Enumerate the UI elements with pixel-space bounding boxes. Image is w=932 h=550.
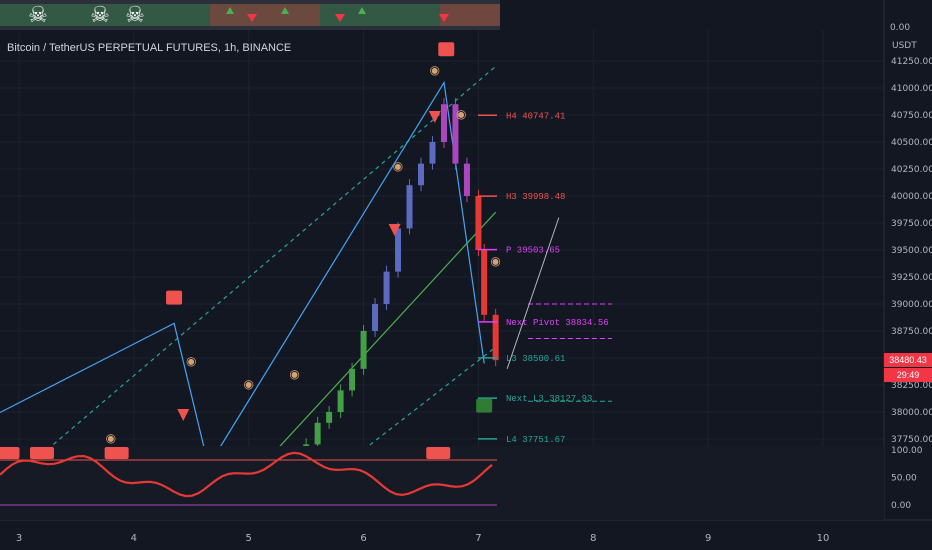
price-axis-tick-label: 39000.00 [891,300,932,310]
swing-marker-badge [476,398,493,413]
current-price-tag: 38480.43 [884,353,932,367]
price-axis-tick-label: 37750.00 [891,435,932,445]
oscillator-tick-label: 0.00 [891,501,911,511]
oscillator-tick-label: 50.00 [891,474,917,484]
pivot-level-label: Next L3 38127.93 [506,394,592,404]
time-axis-tick-label: 9 [705,533,711,544]
bear-label-badge [426,447,451,459]
candle-body [326,412,333,423]
bear-icon: ◉ [490,254,500,268]
candle-body [440,104,447,142]
price-axis-tick-label: 40500.00 [891,138,932,148]
pivot-level-label: L4 37751.67 [506,435,565,445]
pivot-level-label: P 39503.65 [506,246,560,256]
swing-marker-badge [166,290,183,305]
chart-title: Bitcoin / TetherUS PERPETUAL FUTURES, 1h… [7,42,292,54]
pivot-level-label: H3 39998.48 [506,192,565,202]
chart-canvas[interactable]: ☠ ☠ ☠ 0.00 USDT 41250.00 41000.00 40750.00 40500… [0,0,932,550]
candle-body [463,163,470,196]
price-axis-tick-label: 39500.00 [891,246,932,256]
top-strip-red-zone [210,4,320,26]
pivot-level-label: H4 40747.41 [506,111,565,121]
chart-stage: ☠ ☠ ☠ 0.00 USDT 41250.00 41000.00 40750.00 40500… [0,0,932,550]
price-axis-tick-label: 39750.00 [891,219,932,229]
candle-body [406,185,413,229]
candle-body [360,331,367,369]
price-axis-tick-label: 40750.00 [891,111,932,121]
time-axis-tick-label: 8 [590,533,596,544]
candle-body [395,228,402,272]
skull-icon: ☠ [28,3,48,28]
time-axis-tick-label: 3 [16,533,22,544]
time-axis-tick-label: 5 [246,533,252,544]
bear-icon: ◉ [430,63,440,77]
price-axis-tick-label: 38000.00 [891,408,932,418]
skull-icon: ☠ [90,3,110,28]
price-axis-tick-label: 40000.00 [891,192,932,202]
candle-body [481,250,488,315]
time-axis-tick-label: 10 [817,533,830,544]
bear-icon: ◉ [243,377,253,391]
bear-label-badge [104,447,129,459]
candle-body [383,271,390,304]
time-axis-tick-label: 4 [131,533,137,544]
countdown-tag: 29:49 [884,368,932,382]
skull-icon: ☠ [125,3,145,28]
candle-body [429,142,436,164]
time-axis-tick-label: 7 [475,533,481,544]
candle-body [314,422,321,445]
top-strip-red-zone [440,4,500,26]
candle-body [349,368,356,391]
candle-body [337,390,344,412]
bear-icon: ◉ [106,431,116,445]
bear-icon: ◉ [393,159,403,173]
price-axis-tick-label: 40250.00 [891,165,932,175]
price-axis-tick-label: 41000.00 [891,84,932,94]
candle-body [418,163,424,186]
candle-body [372,304,379,331]
price-axis-currency: USDT [892,41,917,51]
candle-body [475,196,482,250]
bear-icon: ◉ [456,107,466,121]
price-axis-tick-label: 38750.00 [891,327,932,337]
bear-icon: ◉ [289,367,299,381]
bear-icon: ◉ [186,354,196,368]
time-axis-tick-label: 6 [360,533,366,544]
price-axis-tick-label: 39250.00 [891,273,932,283]
top-strip-axis-label: 0.00 [890,23,910,33]
price-axis-tick-label: 41250.00 [891,57,932,67]
price-axis-tick-label: 38250.00 [891,381,932,391]
pivot-level-label: L3 38500.61 [506,354,565,364]
bear-label-badge [29,447,54,459]
swing-marker-badge [438,42,455,57]
oscillator-tick-label: 100.00 [891,446,923,456]
bear-label-badge [0,447,20,459]
